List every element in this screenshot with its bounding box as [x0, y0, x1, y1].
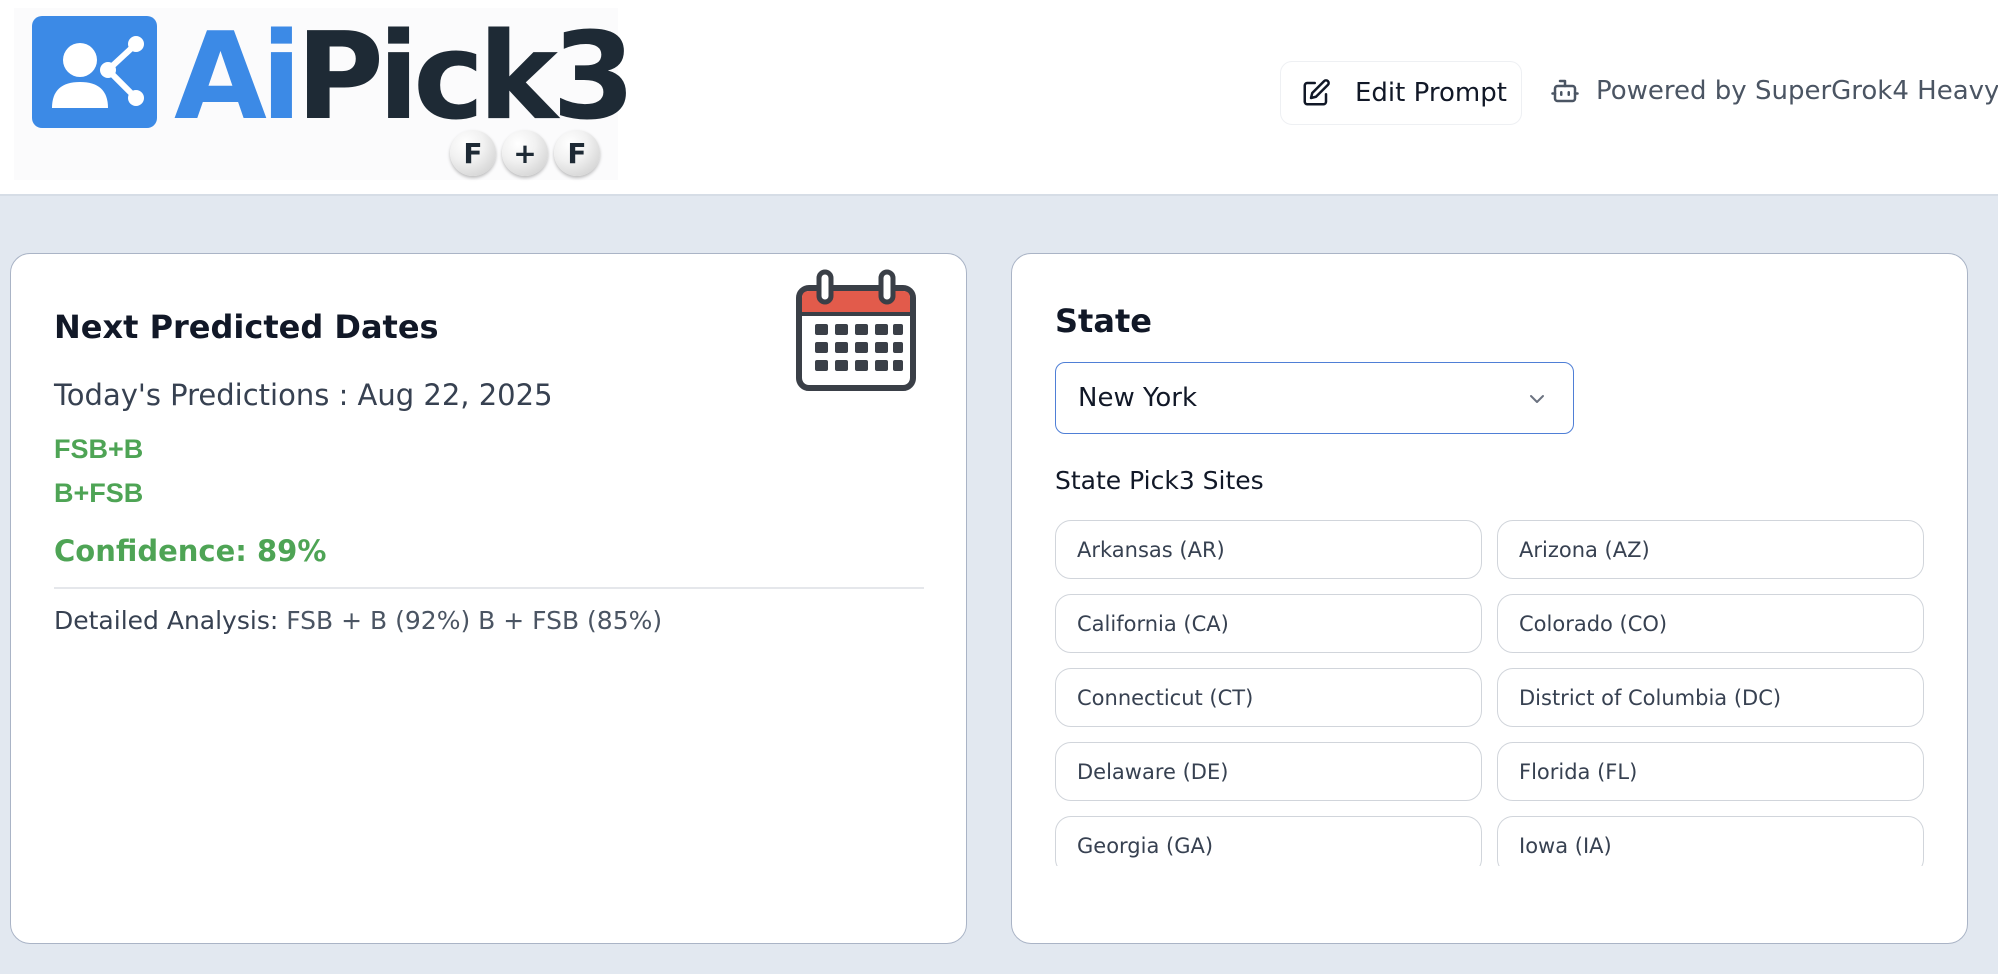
state-site-button[interactable]: Georgia (GA): [1055, 816, 1482, 866]
prediction-pick: B+FSB: [54, 478, 144, 508]
edit-prompt-button[interactable]: Edit Prompt: [1280, 61, 1522, 125]
logo-text-ai: Ai: [174, 8, 302, 147]
detailed-analysis: Detailed Analysis: FSB + B (92%) B + FSB…: [54, 606, 662, 635]
state-site-button[interactable]: Arkansas (AR): [1055, 520, 1482, 579]
state-site-button[interactable]: Iowa (IA): [1497, 816, 1924, 866]
brand-logo[interactable]: AiPick3 F + F: [14, 8, 636, 180]
state-site-button[interactable]: Florida (FL): [1497, 742, 1924, 801]
detailed-analysis-value: FSB + B (92%) B + FSB (85%): [286, 606, 663, 635]
powered-by: Powered by SuperGrok4 Heavy: [1550, 76, 1998, 106]
edit-prompt-label: Edit Prompt: [1355, 78, 1507, 108]
logo-ball: F: [554, 130, 600, 176]
state-select-value: New York: [1078, 383, 1198, 413]
state-site-button[interactable]: Colorado (CO): [1497, 594, 1924, 653]
logo-balls: F + F: [450, 130, 600, 176]
calendar-icon: [796, 269, 916, 391]
bot-icon: [1551, 79, 1579, 103]
state-card: State New York State Pick3 Sites Arkansa…: [1011, 253, 1968, 944]
state-sites-title: State Pick3 Sites: [1055, 466, 1264, 495]
state-sites-grid: Arkansas (AR) Arizona (AZ) California (C…: [1055, 520, 1925, 866]
app-header: AiPick3 F + F Edit Prompt Powered by Sup…: [0, 0, 1998, 196]
state-title: State: [1055, 302, 1152, 340]
state-site-button[interactable]: District of Columbia (DC): [1497, 668, 1924, 727]
logo-ball: +: [502, 130, 548, 176]
state-site-button[interactable]: Delaware (DE): [1055, 742, 1482, 801]
logo-text-pick: Pick3: [296, 8, 636, 147]
powered-by-label: Powered by SuperGrok4 Heavy: [1596, 76, 1998, 106]
edit-square-icon: [1303, 79, 1330, 106]
state-site-button[interactable]: Connecticut (CT): [1055, 668, 1482, 727]
chevron-down-icon: [1530, 395, 1544, 403]
share-user-icon: [32, 16, 157, 128]
logo-ball: F: [450, 130, 496, 176]
confidence-score: Confidence: 89%: [54, 534, 327, 568]
todays-predictions-date: Today's Predictions : Aug 22, 2025: [54, 378, 553, 412]
prediction-pick: FSB+B: [54, 434, 144, 464]
predictions-title: Next Predicted Dates: [54, 308, 439, 346]
divider: [54, 587, 924, 589]
state-site-button[interactable]: Arizona (AZ): [1497, 520, 1924, 579]
state-select[interactable]: New York: [1055, 362, 1574, 434]
logo-wordmark: AiPick3: [174, 8, 636, 148]
detailed-analysis-label: Detailed Analysis:: [54, 606, 279, 635]
predictions-card: Next Predicted Dates Today's Predictions…: [10, 253, 967, 944]
state-sites-list[interactable]: Arkansas (AR) Arizona (AZ) California (C…: [1055, 520, 1925, 866]
state-site-button[interactable]: California (CA): [1055, 594, 1482, 653]
